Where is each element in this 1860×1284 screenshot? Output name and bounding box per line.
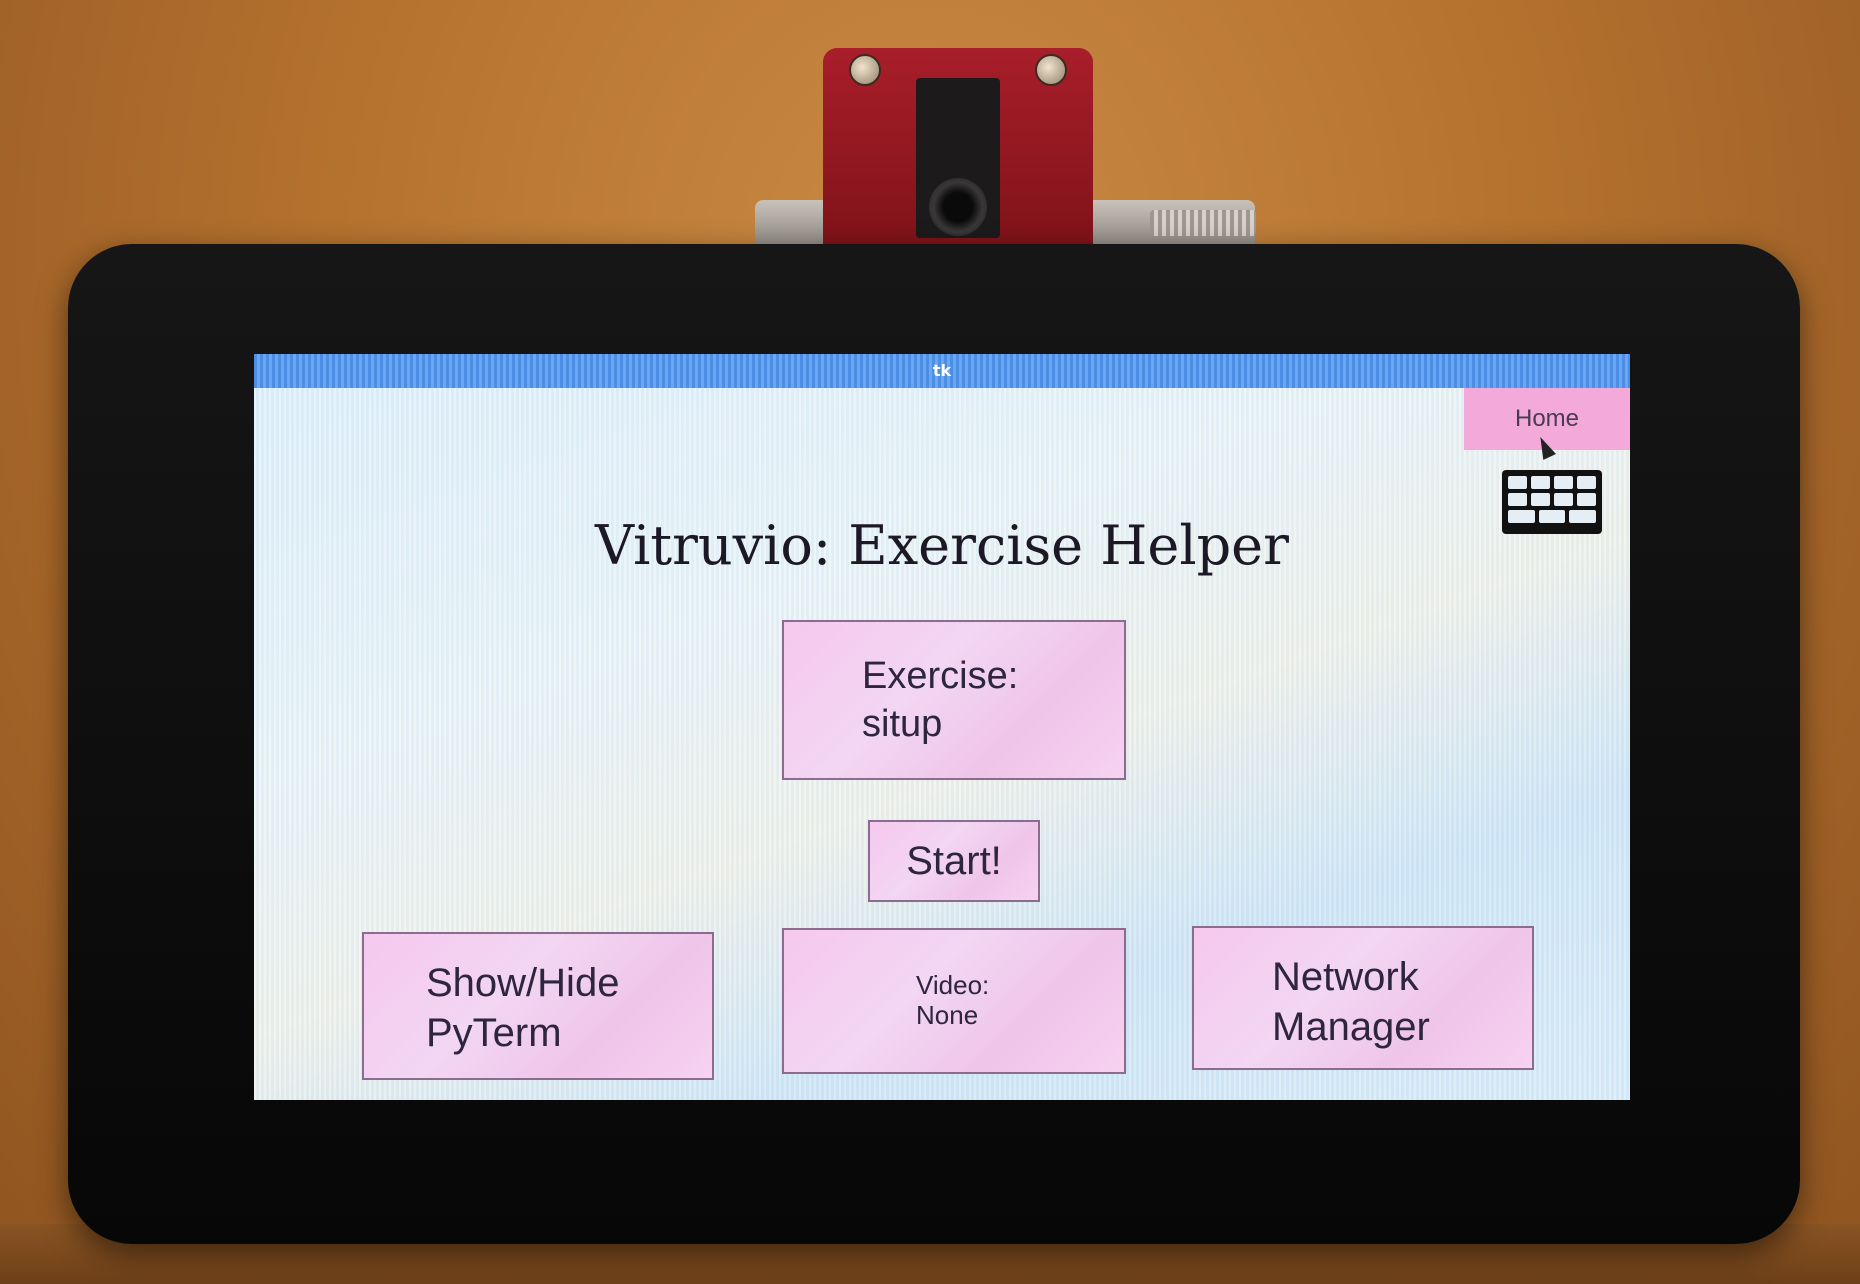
window-titlebar[interactable]: tk: [254, 354, 1630, 388]
camera-lens-icon: [929, 178, 987, 236]
exercise-value: situp: [862, 703, 943, 745]
start-button[interactable]: Start!: [868, 820, 1040, 902]
page-title: Vitruvio: Exercise Helper: [595, 514, 1289, 577]
camera-bolt: [1150, 210, 1256, 236]
screw-icon: [1035, 54, 1067, 86]
exercise-select-button[interactable]: Exercise: situp: [782, 620, 1126, 780]
network-manager-button[interactable]: Network Manager: [1192, 926, 1534, 1070]
video-select-button[interactable]: Video: None: [782, 928, 1126, 1074]
video-label: Video:: [916, 970, 990, 1000]
network-label-line1: Network: [1272, 955, 1419, 999]
video-value: None: [916, 1000, 979, 1030]
camera-module: [823, 48, 1093, 258]
network-label-line2: Manager: [1272, 1005, 1430, 1049]
show-hide-pyterm-button[interactable]: Show/Hide PyTerm: [362, 932, 714, 1080]
screw-icon: [849, 54, 881, 86]
exercise-label: Exercise:: [862, 655, 1019, 697]
pyterm-label-line2: PyTerm: [426, 1011, 562, 1055]
pyterm-label-line1: Show/Hide: [426, 961, 620, 1005]
app-window: tk Home Vitruvio: Exercise Helper Exerci…: [254, 354, 1630, 1100]
